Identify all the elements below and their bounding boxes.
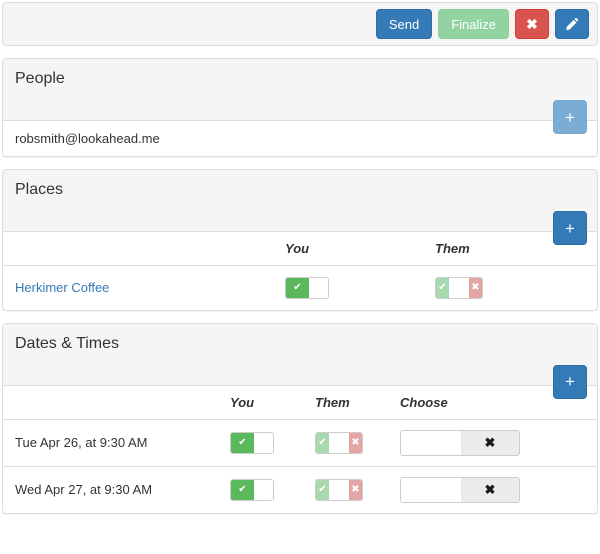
- people-title: People: [15, 70, 65, 87]
- date-you-toggle[interactable]: ✔: [230, 431, 274, 454]
- date-you-cell: ✔: [218, 419, 303, 466]
- add-date-button[interactable]: +: [553, 364, 587, 399]
- places-panel-header: Places +: [3, 170, 597, 245]
- date-label: Tue Apr 26, at 9:30 AM: [15, 435, 148, 450]
- place-name-cell: Herkimer Coffee: [3, 266, 273, 310]
- dates-panel: Dates & Times + You Them Choose Tue Apr …: [2, 322, 598, 514]
- add-person-button[interactable]: +: [553, 100, 587, 134]
- close-icon: ✖: [461, 430, 519, 455]
- places-col-you: You: [273, 232, 423, 266]
- dates-col-them: Them: [303, 385, 388, 420]
- action-toolbar: Send Finalize ✖: [2, 2, 598, 46]
- dates-col-you: You: [218, 385, 303, 420]
- date-choose-toggle[interactable]: ✖: [400, 476, 520, 503]
- date-choose-cell: ✖: [388, 466, 597, 513]
- add-place-button[interactable]: +: [553, 211, 587, 245]
- date-them-cell: ✔ ✖: [303, 466, 388, 513]
- date-them-cell: ✔ ✖: [303, 419, 388, 466]
- place-them-toggle[interactable]: ✔ ✖: [435, 276, 483, 299]
- send-button[interactable]: Send: [375, 9, 433, 39]
- cross-icon: ✖: [349, 432, 362, 453]
- dates-header-row: You Them Choose: [3, 385, 597, 420]
- dates-col-when: [3, 385, 218, 420]
- date-choose-toggle[interactable]: ✖: [400, 429, 520, 456]
- date-you-cell: ✔: [218, 466, 303, 513]
- places-title: Places: [15, 181, 64, 198]
- date-label: Wed Apr 27, at 9:30 AM: [15, 482, 153, 497]
- place-you-cell: ✔: [273, 266, 423, 310]
- check-icon: ✔: [316, 432, 329, 453]
- date-them-toggle[interactable]: ✔ ✖: [315, 478, 363, 501]
- table-row: Herkimer Coffee ✔ ✔ ✖: [3, 266, 597, 310]
- check-icon: ✔: [286, 277, 309, 298]
- finalize-button[interactable]: Finalize: [438, 9, 509, 39]
- date-them-toggle[interactable]: ✔ ✖: [315, 431, 363, 454]
- person-email: robsmith@lookahead.me: [15, 131, 160, 146]
- check-icon: ✔: [436, 277, 449, 298]
- people-panel-header: People +: [3, 59, 597, 134]
- people-panel: People + robsmith@lookahead.me: [2, 58, 598, 157]
- date-choose-cell: ✖: [388, 419, 597, 466]
- places-col-name: [3, 232, 273, 266]
- check-icon: ✔: [231, 432, 254, 453]
- pencil-icon: [565, 17, 580, 32]
- dates-table: You Them Choose Tue Apr 26, at 9:30 AM ✔: [3, 385, 597, 513]
- places-panel: Places + You Them Herkimer Coffee ✔ ✔ ✖: [2, 169, 598, 311]
- places-table: You Them Herkimer Coffee ✔ ✔ ✖: [3, 232, 597, 310]
- places-header-row: You Them: [3, 232, 597, 266]
- close-icon: ✖: [526, 16, 538, 32]
- edit-button[interactable]: [555, 9, 589, 39]
- check-icon: ✔: [316, 479, 329, 500]
- person-row: robsmith@lookahead.me: [3, 121, 597, 156]
- table-row: Tue Apr 26, at 9:30 AM ✔ ✔ ✖ ✖: [3, 419, 597, 466]
- cancel-button[interactable]: ✖: [515, 9, 549, 39]
- place-link[interactable]: Herkimer Coffee: [15, 280, 109, 295]
- page-root: Send Finalize ✖ People + robsmith@lookah…: [0, 2, 600, 514]
- cross-icon: ✖: [349, 479, 362, 500]
- cross-icon: ✖: [469, 277, 482, 298]
- close-icon: ✖: [461, 477, 519, 502]
- check-icon: ✔: [231, 479, 254, 500]
- place-you-toggle[interactable]: ✔: [285, 276, 329, 299]
- dates-panel-header: Dates & Times +: [3, 323, 597, 399]
- date-you-toggle[interactable]: ✔: [230, 478, 274, 501]
- place-them-cell: ✔ ✖: [423, 266, 597, 310]
- dates-title: Dates & Times: [15, 334, 120, 352]
- table-row: Wed Apr 27, at 9:30 AM ✔ ✔ ✖ ✖: [3, 466, 597, 513]
